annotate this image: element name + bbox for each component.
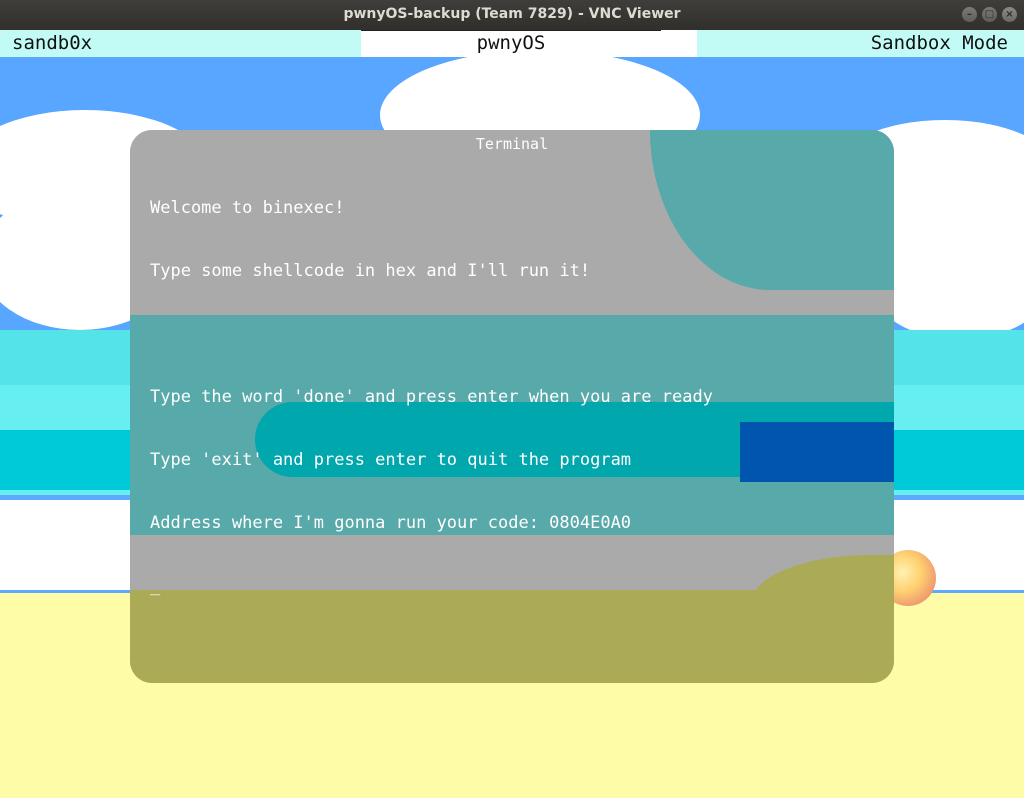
remote-desktop[interactable]: sandb0x pwnyOS Sandbox Mode Terminal Wel…	[0, 30, 1024, 798]
terminal-line: Type some shellcode in hex and I'll run …	[150, 261, 591, 281]
mode-label: Sandbox Mode	[870, 32, 1008, 54]
maximize-icon[interactable]: □	[982, 7, 997, 22]
username-label: sandb0x	[12, 32, 93, 54]
terminal-line: Welcome to binexec!	[150, 198, 345, 218]
minimize-icon[interactable]: –	[962, 7, 977, 22]
terminal-window[interactable]: Terminal Welcome to binexec! Type some s…	[130, 130, 894, 683]
terminal-cursor[interactable]: _	[150, 576, 713, 597]
terminal-output[interactable]: Welcome to binexec! Type some shellcode …	[150, 156, 713, 639]
terminal-line: Address where I'm gonna run your code: 0…	[150, 513, 632, 533]
close-icon[interactable]: ×	[1002, 7, 1017, 22]
os-status-bar: sandb0x pwnyOS Sandbox Mode	[0, 30, 1024, 57]
terminal-line: Type 'exit' and press enter to quit the …	[150, 450, 632, 470]
os-name-label: pwnyOS	[476, 32, 546, 54]
terminal-line: Type the word 'done' and press enter whe…	[150, 387, 713, 407]
terminal-title: Terminal	[475, 135, 549, 153]
window-title: pwnyOS-backup (Team 7829) - VNC Viewer	[343, 6, 681, 22]
terminal-backdrop	[740, 422, 894, 482]
vnc-window-titlebar[interactable]: pwnyOS-backup (Team 7829) - VNC Viewer –…	[0, 0, 1024, 30]
